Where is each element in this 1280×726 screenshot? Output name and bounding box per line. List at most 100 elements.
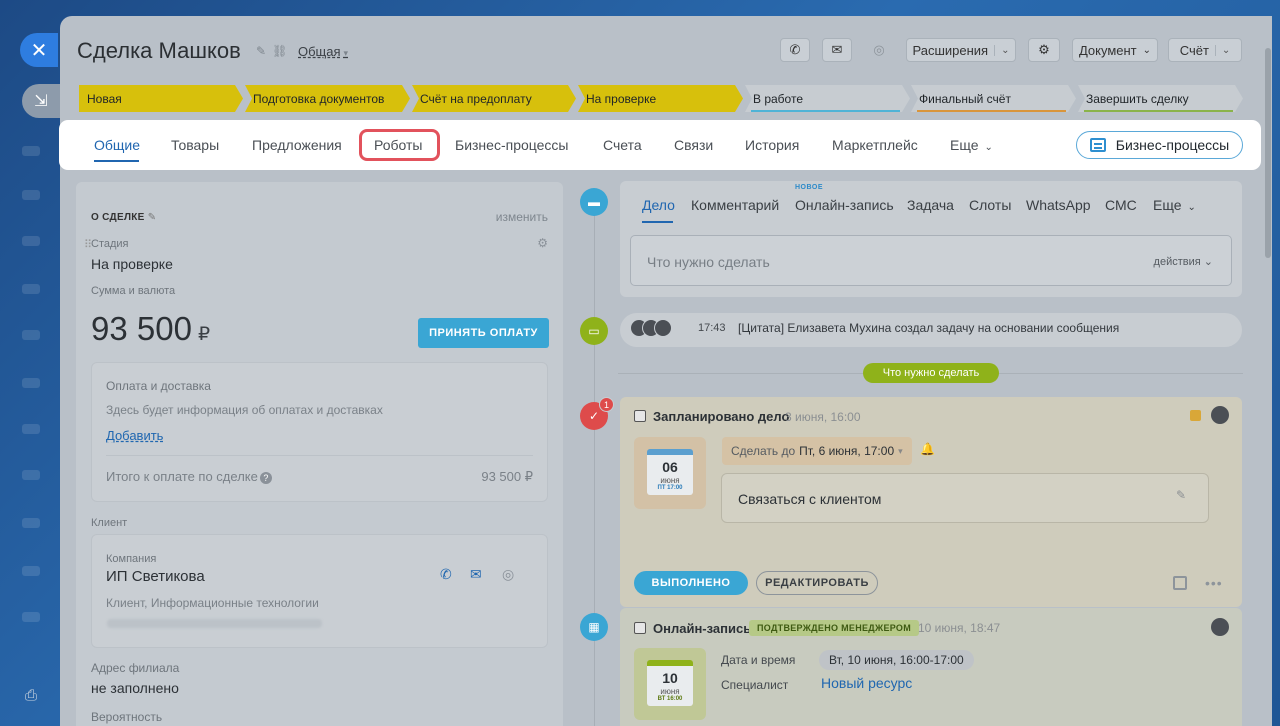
document-button[interactable]: Документ ⌄ xyxy=(1072,38,1158,62)
blurred-contact-line xyxy=(107,619,322,628)
extensions-button[interactable]: Расширения ⌄ xyxy=(906,38,1016,62)
stage-item[interactable]: Новая xyxy=(79,85,243,112)
edit-button[interactable]: РЕДАКТИРОВАТЬ xyxy=(756,571,878,595)
close-slider-button[interactable]: ✕ xyxy=(20,33,58,67)
help-icon[interactable]: ? xyxy=(259,472,272,484)
chat-icon: ◎ xyxy=(873,42,885,57)
stage-item[interactable]: Подготовка документов xyxy=(245,85,410,112)
tab-relations[interactable]: Связи xyxy=(674,137,713,153)
bell-icon[interactable]: 🔔 xyxy=(920,442,935,456)
todo-section-pill: Что нужно сделать xyxy=(863,363,999,383)
event-text[interactable]: [Цитата] Елизавета Мухина создал задачу … xyxy=(738,321,1119,335)
datetime-value[interactable]: Вт, 10 июня, 16:00-17:00 xyxy=(819,650,974,670)
add-payment-link[interactable]: Добавить xyxy=(106,428,163,443)
tab-marketplace[interactable]: Маркетплейс xyxy=(832,137,918,153)
pencil-icon[interactable]: ✎ xyxy=(1176,488,1186,502)
sidebar-icon[interactable] xyxy=(22,470,40,480)
event-time: 17:43 xyxy=(698,322,726,334)
avatar[interactable] xyxy=(654,319,672,337)
minimize-slider-button[interactable]: ⇲ xyxy=(22,84,60,118)
printer-icon[interactable]: ⎙ xyxy=(21,687,41,705)
specialist-link[interactable]: Новый ресурс xyxy=(821,675,912,691)
todo-input[interactable]: Что нужно сделать действия ⌄ xyxy=(630,235,1232,286)
stage-value[interactable]: На проверке xyxy=(91,256,173,272)
tab-general[interactable]: Общие xyxy=(94,137,140,153)
tab-more[interactable]: Еще ⌄ xyxy=(1153,197,1196,213)
sidebar-icon[interactable] xyxy=(22,612,40,622)
chat-button[interactable]: ◎ xyxy=(864,38,894,62)
sidebar-icon[interactable] xyxy=(22,424,40,434)
tab-products[interactable]: Товары xyxy=(171,137,219,153)
activity-composer: Дело Комментарий НОВОЕ Онлайн-запись Зад… xyxy=(620,181,1242,297)
sidebar-icon[interactable] xyxy=(22,146,40,156)
tab-robots[interactable]: Роботы xyxy=(374,137,422,153)
tab-quotes[interactable]: Предложения xyxy=(252,137,342,153)
gear-icon[interactable]: ⚙ xyxy=(537,236,548,250)
timeline-activity-icon: ▬ xyxy=(580,188,608,216)
tab-activity[interactable]: Дело xyxy=(642,197,675,213)
email-button[interactable]: ✉ xyxy=(822,38,852,62)
pencil-icon[interactable]: ✎ xyxy=(256,44,266,58)
business-processes-button[interactable]: Бизнес-процессы xyxy=(1076,131,1243,159)
booking-checkbox[interactable] xyxy=(634,622,646,634)
chevron-down-icon: ▾ xyxy=(898,445,903,456)
tab-task[interactable]: Задача xyxy=(907,197,954,213)
deal-amount: 93 500 ₽ xyxy=(91,310,211,347)
actions-dropdown[interactable]: действия ⌄ xyxy=(1154,255,1213,268)
chevron-down-icon: ⌄ xyxy=(1203,256,1213,268)
tab-comment[interactable]: Комментарий xyxy=(691,197,779,213)
branch-value[interactable]: не заполнено xyxy=(91,680,179,696)
note-icon[interactable] xyxy=(1173,576,1187,590)
settings-button[interactable]: ⚙ xyxy=(1028,38,1060,62)
sidebar-icon[interactable] xyxy=(22,378,40,388)
chat-icon[interactable]: ◎ xyxy=(502,566,514,583)
sidebar-icon[interactable] xyxy=(22,190,40,200)
calendar-icon: 10 июня ВТ 16:00 xyxy=(647,660,693,706)
invoice-label: Счёт xyxy=(1179,42,1209,58)
phone-icon[interactable]: ✆ xyxy=(440,566,452,583)
sidebar-icon[interactable] xyxy=(22,330,40,340)
counter-badge: 1 xyxy=(599,397,614,412)
stage-item[interactable]: Финальный счёт xyxy=(911,85,1076,112)
tab-online-booking[interactable]: Онлайн-запись xyxy=(795,197,894,213)
sidebar-icon[interactable] xyxy=(22,284,40,294)
stage-item[interactable]: На проверке xyxy=(578,85,743,112)
divider xyxy=(106,455,533,456)
tab-more[interactable]: Еще ⌄ xyxy=(950,137,993,153)
tab-whatsapp[interactable]: WhatsApp xyxy=(1026,197,1091,213)
mail-icon[interactable]: ✉ xyxy=(470,566,482,583)
stage-item[interactable]: Завершить сделку xyxy=(1078,85,1243,112)
sidebar-icon[interactable] xyxy=(22,236,40,246)
sidebar-icon[interactable] xyxy=(22,518,40,528)
mail-icon: ✉ xyxy=(831,42,843,57)
tab-business-processes[interactable]: Бизнес-процессы xyxy=(455,137,568,153)
phone-icon: ✆ xyxy=(789,42,801,57)
category-selector[interactable]: Общая ▾ xyxy=(298,44,348,59)
more-icon[interactable]: ••• xyxy=(1205,575,1223,591)
scrollbar[interactable] xyxy=(1265,48,1271,258)
pencil-icon[interactable]: ✎ xyxy=(148,212,157,223)
avatar[interactable] xyxy=(1211,618,1229,636)
avatar[interactable] xyxy=(1211,406,1229,424)
color-marker-icon[interactable] xyxy=(1190,410,1201,421)
task-checkbox[interactable] xyxy=(634,410,646,422)
tab-slots[interactable]: Слоты xyxy=(969,197,1011,213)
stage-item[interactable]: В работе xyxy=(745,85,910,112)
total-label: Итого к оплате по сделке? xyxy=(106,469,272,484)
tab-sms[interactable]: СМС xyxy=(1105,197,1137,213)
client-company-card: Компания ИП Светикова ✆ ✉ ◎ Клиент, Инфо… xyxy=(91,534,548,648)
deadline-selector[interactable]: Сделать до Пт, 6 июня, 17:00 ▾ xyxy=(722,437,912,465)
link-icon[interactable]: ⛓ xyxy=(272,44,287,58)
call-button[interactable]: ✆ xyxy=(780,38,810,62)
accept-payment-button[interactable]: ПРИНЯТЬ ОПЛАТУ xyxy=(418,318,549,348)
invoice-button[interactable]: Счёт ⌄ xyxy=(1168,38,1242,62)
tab-history[interactable]: История xyxy=(745,137,799,153)
stage-item[interactable]: Счёт на предоплату xyxy=(412,85,576,112)
task-description[interactable]: Связаться с клиентом ✎ xyxy=(721,473,1209,523)
sum-label: Сумма и валюта xyxy=(91,285,176,297)
done-button[interactable]: ВЫПОЛНЕНО xyxy=(634,571,748,595)
edit-link[interactable]: изменить xyxy=(496,210,548,224)
sidebar-icon[interactable] xyxy=(22,566,40,576)
tab-invoices[interactable]: Счета xyxy=(603,137,642,153)
company-name[interactable]: ИП Светикова xyxy=(106,568,205,585)
